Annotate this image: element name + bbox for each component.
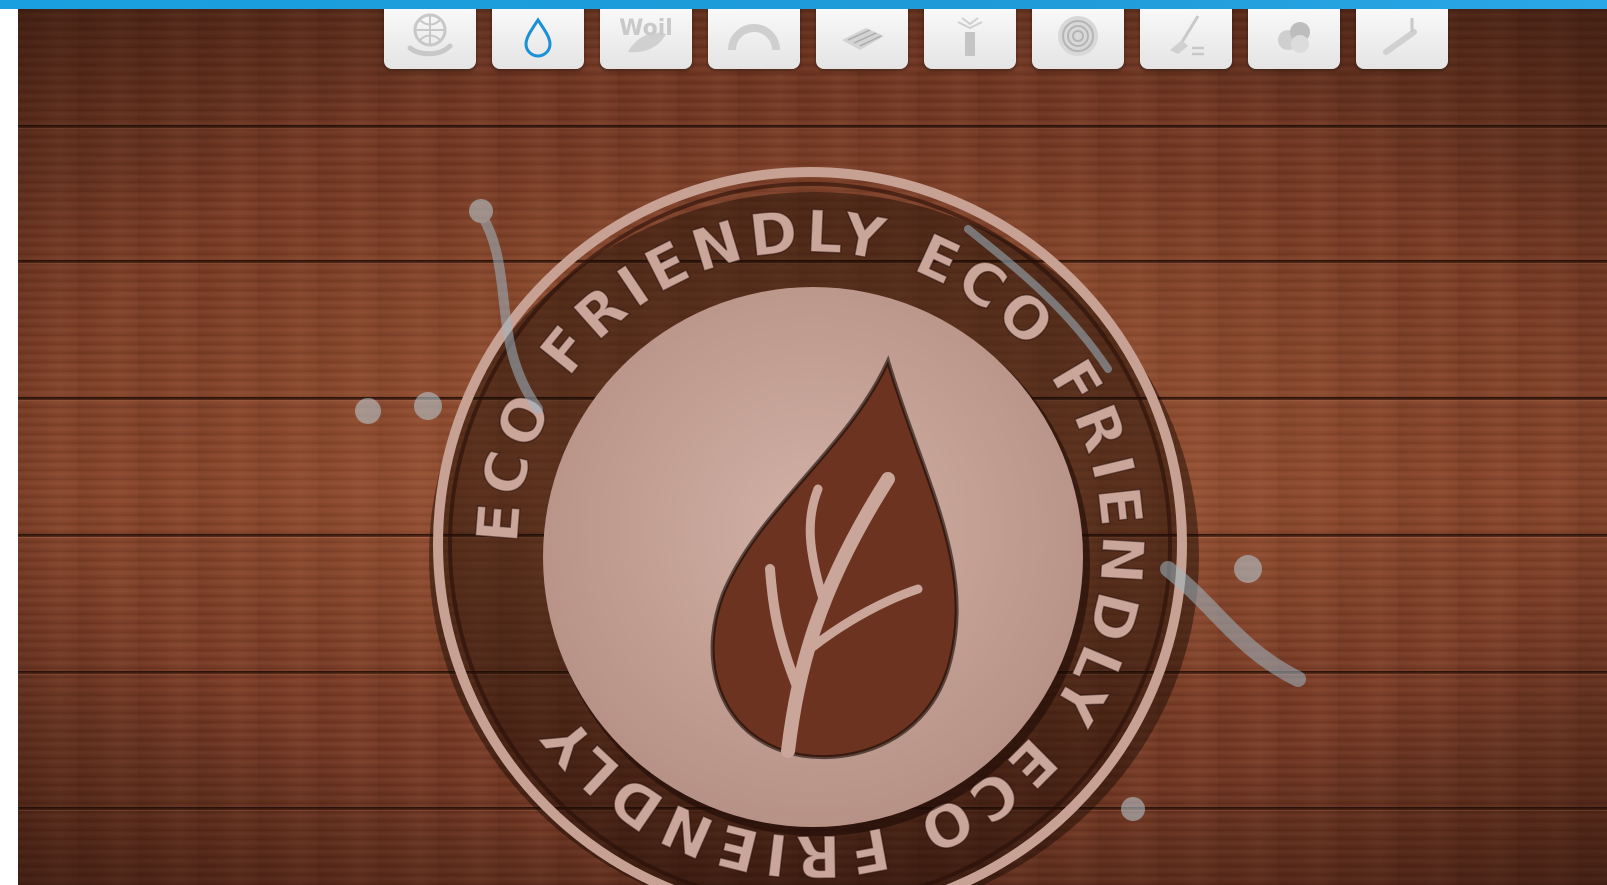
wood-rings-icon[interactable] (1032, 9, 1124, 69)
woil-label: Woil (619, 15, 673, 41)
flooring-boards-icon[interactable] (816, 9, 908, 69)
feature-icon-bar: Woil (384, 9, 1448, 69)
globe-hand-icon[interactable] (384, 9, 476, 69)
paint-roller-icon[interactable] (1356, 9, 1448, 69)
woil-leaf-icon[interactable]: Woil (600, 9, 692, 69)
water-drop-icon[interactable] (492, 9, 584, 69)
wood-background-photo: ECO FRIENDLY ECO FRIENDLY ECO FRIENDLY W… (18, 9, 1607, 885)
mop-icon[interactable] (1140, 9, 1232, 69)
eco-friendly-seal: ECO FRIENDLY ECO FRIENDLY ECO FRIENDLY (355, 167, 1306, 885)
spray-can-icon[interactable] (924, 9, 1016, 69)
color-circles-icon[interactable] (1248, 9, 1340, 69)
top-accent-bar (0, 0, 1607, 9)
arch-icon[interactable] (708, 9, 800, 69)
